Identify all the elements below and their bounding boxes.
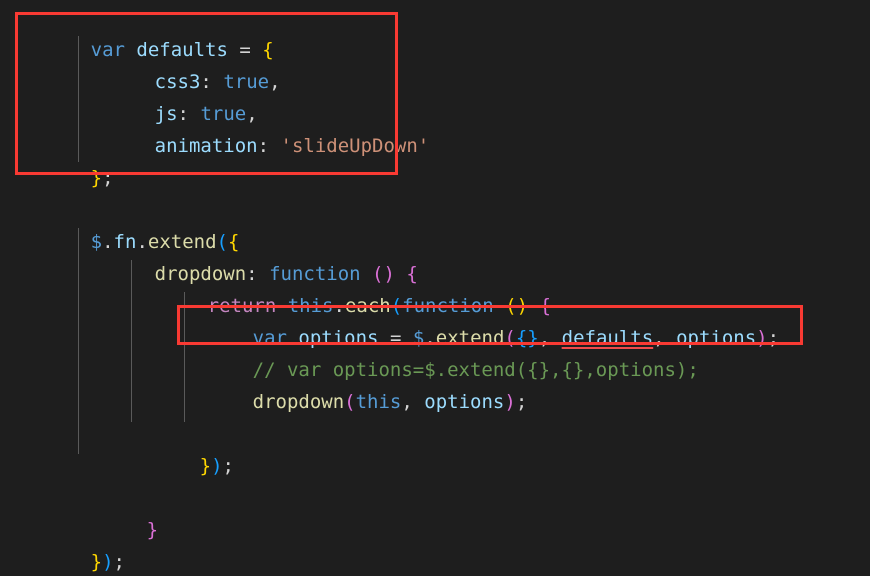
code-line-8: dropdown: function () {: [86, 226, 418, 285]
token-paren-close-2: ): [211, 455, 223, 477]
code-line-5: };: [22, 130, 114, 189]
code-editor-screenshot: var defaults = { css3: true, js: true, a…: [0, 0, 870, 576]
code-line-16: }: [78, 482, 158, 541]
code-line-1: var defaults = {: [22, 2, 274, 61]
token-semicolon: ;: [515, 391, 528, 413]
token-function-dropdown: dropdown: [252, 391, 345, 413]
token-comma: ,: [269, 71, 281, 93]
token-paren-open-4: (: [344, 391, 356, 413]
code-line-11: // var options=$.extend({},{},options);: [184, 322, 699, 381]
code-line-6-blank: [22, 162, 102, 194]
token-semicolon: ;: [113, 551, 125, 573]
code-line-2: css3: true,: [86, 34, 281, 93]
token-paren-close-3: ): [756, 327, 768, 349]
token-brace-close-2: }: [90, 551, 103, 573]
token-blank: [91, 423, 102, 445]
token-semicolon: ;: [222, 455, 234, 477]
token-property-animation: animation: [154, 135, 258, 157]
code-line-3: js: true,: [86, 66, 258, 125]
token-brace-close-4: }: [199, 455, 212, 477]
token-paren-close-1: ): [102, 551, 114, 573]
code-line-4: animation: 'slideUpDown': [86, 98, 430, 157]
token-identifier-options-arg: options: [424, 391, 505, 413]
code-line-9: return this.each(function () {: [139, 258, 551, 317]
token-semicolon: ;: [767, 327, 780, 349]
token-semicolon: ;: [102, 167, 114, 189]
code-line-13-blank: [22, 386, 102, 418]
token-paren-close-4: ): [504, 391, 516, 413]
code-line-15-blank: [22, 450, 102, 482]
code-line-7: $.fn.extend({: [22, 194, 240, 253]
token-string-slideupdown: 'slideUpDown': [280, 135, 430, 157]
code-line-14: });: [131, 418, 234, 477]
token-keyword-this: this: [355, 391, 402, 413]
code-surface[interactable]: var defaults = { css3: true, js: true, a…: [0, 0, 870, 576]
token-colon: :: [257, 135, 270, 157]
code-line-10: var options = $.extend({}, defaults, opt…: [184, 290, 779, 349]
token-brace-close-3: }: [146, 519, 159, 541]
code-line-17: });: [22, 514, 125, 573]
token-comma: ,: [401, 391, 413, 413]
code-line-12: dropdown(this, options);: [184, 354, 528, 413]
